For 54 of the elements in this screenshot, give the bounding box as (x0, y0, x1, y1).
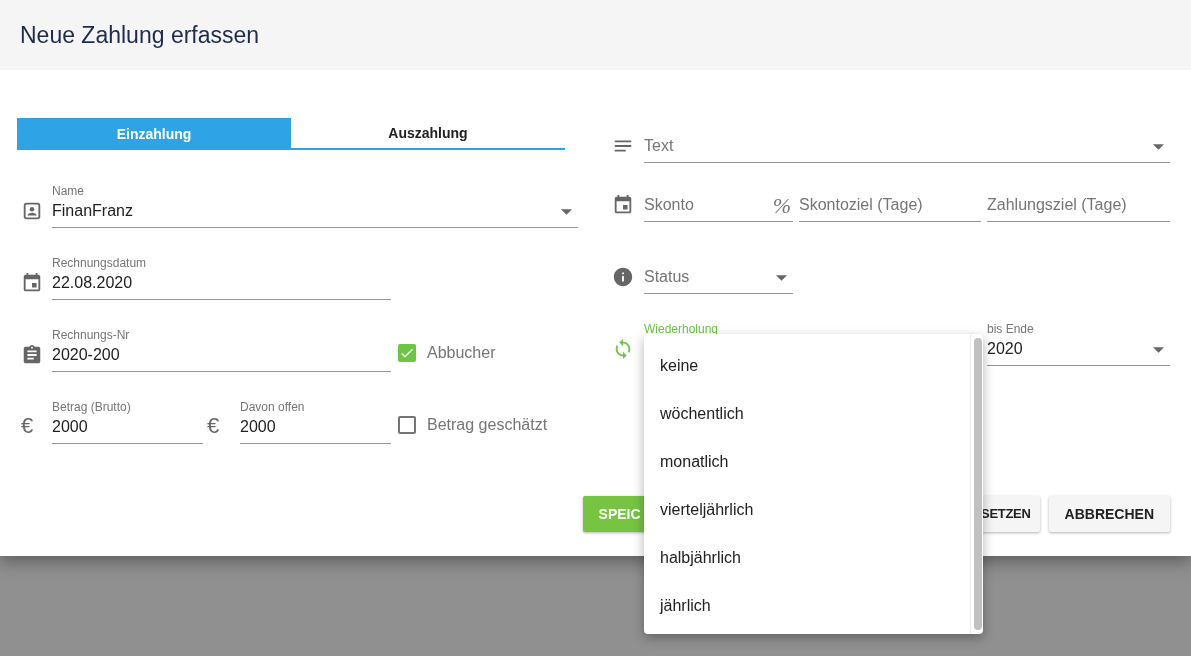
dropdown-option[interactable]: halbjährlich (644, 534, 970, 582)
field-label: Text (644, 136, 675, 156)
scrollbar-thumb[interactable] (974, 338, 982, 630)
caret-icon (561, 209, 572, 215)
field-value: FinanFranz (52, 201, 134, 221)
caret-icon (1153, 144, 1164, 150)
select-field[interactable]: bis Ende 2020 (987, 321, 1170, 366)
field-label: Rechnungsdatum (52, 255, 148, 271)
field-label: Status (644, 267, 691, 287)
clipboard-icon (21, 344, 43, 366)
checkbox-label: Betrag geschätzt (427, 415, 548, 435)
dropdown-option[interactable]: wöchentlich (644, 390, 970, 438)
field-value: 2000 (52, 417, 89, 437)
dialog-title: Neue Zahlung erfassen (20, 20, 260, 50)
caret-icon (1153, 347, 1164, 353)
field-label: Davon offen (240, 399, 306, 415)
field-label: Betrag (Brutto) (52, 399, 132, 415)
field-label: Name (52, 183, 85, 199)
input-field[interactable]: Skontoziel (Tage) (799, 177, 981, 222)
field-label: Skontoziel (Tage) (799, 195, 924, 215)
input-field[interactable]: Zahlungsziel (Tage) (987, 177, 1170, 222)
euro-sign: € (20, 414, 34, 438)
info-icon (612, 266, 634, 288)
field-value: 22.08.2020 (52, 273, 134, 293)
field-label: Zahlungsziel (Tage) (987, 195, 1128, 215)
contact-card-icon (21, 200, 43, 222)
percent-suffix: % (772, 193, 792, 220)
select-field[interactable]: Name FinanFranz (52, 183, 578, 228)
input-field[interactable]: Davon offen 2000 (240, 399, 391, 444)
dropdown-option[interactable]: vierteljährlich (644, 486, 970, 534)
field-value: 2000 (240, 417, 277, 437)
dropdown-option[interactable]: jährlich (644, 582, 970, 630)
caret-icon (776, 275, 787, 281)
field-value: 2020-200 (52, 345, 121, 365)
calendar-icon (612, 194, 634, 216)
input-field[interactable]: Rechnungs-Nr 2020-200 (52, 327, 391, 372)
field-label: Skonto (644, 195, 695, 215)
field-label: bis Ende (987, 321, 1035, 337)
calendar-icon (21, 272, 43, 294)
euro-sign: € (206, 414, 220, 438)
field-label: Rechnungs-Nr (52, 327, 131, 343)
dropdown-option[interactable]: monatlich (644, 438, 970, 486)
select-field[interactable]: Text (644, 118, 1170, 163)
checkbox[interactable] (398, 416, 416, 434)
input-field[interactable]: Rechnungsdatum 22.08.2020 (52, 255, 391, 300)
field-value: 2020 (987, 339, 1024, 359)
select-field[interactable]: Status (644, 249, 793, 294)
checkbox[interactable] (398, 344, 416, 362)
field-label: Wiederholung (644, 321, 720, 337)
input-field[interactable]: Skonto % (644, 177, 793, 222)
dropdown-option[interactable]: keine (644, 342, 970, 390)
checkbox-label: Abbucher (427, 343, 496, 363)
input-field[interactable]: Betrag (Brutto) 2000 (52, 399, 203, 444)
button[interactable]: ABBRECHEN (1048, 496, 1170, 532)
